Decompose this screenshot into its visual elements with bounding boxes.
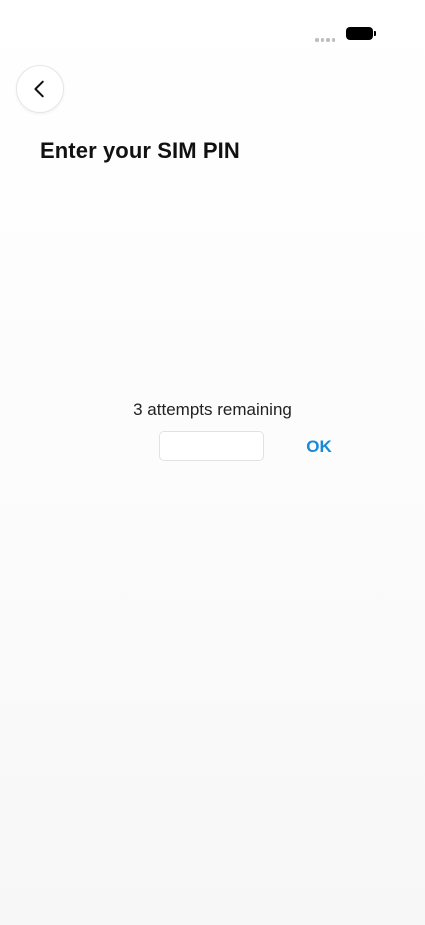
status-bar <box>0 0 425 60</box>
battery-icon <box>346 27 376 40</box>
ok-button[interactable]: OK <box>298 436 340 458</box>
sim-pin-input[interactable] <box>159 431 264 461</box>
page-title: Enter your SIM PIN <box>40 138 240 163</box>
attempts-remaining-text: 3 attempts remaining <box>133 400 292 419</box>
chevron-left-icon <box>34 80 44 98</box>
signal-dots-icon <box>315 38 335 42</box>
back-button[interactable] <box>16 65 64 113</box>
sim-pin-screen: Enter your SIM PIN 3 attempts remaining … <box>0 0 425 925</box>
